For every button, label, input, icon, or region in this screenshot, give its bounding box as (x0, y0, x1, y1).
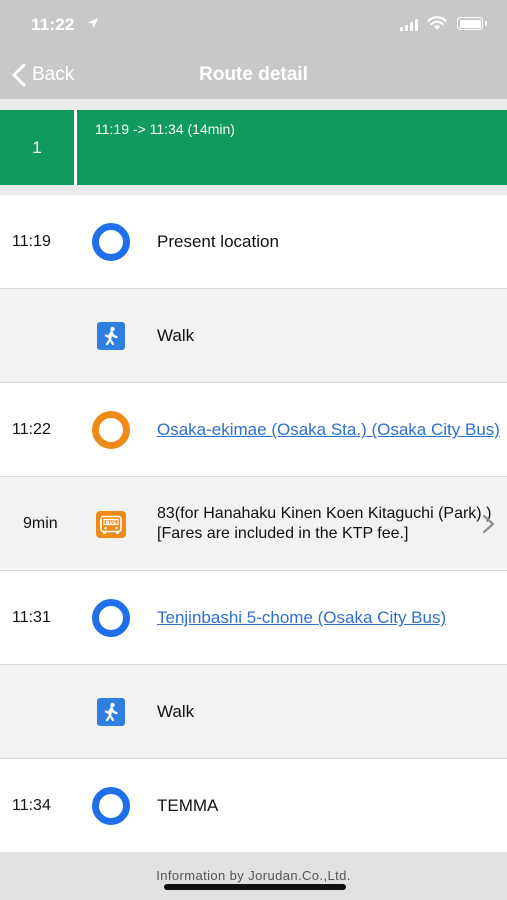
timeline-row-arrival: 11:34 TEMMA (0, 759, 507, 853)
step-label: Walk (157, 326, 195, 346)
step-time: 11:22 (12, 421, 51, 438)
timeline-row-walk: Walk (0, 289, 507, 383)
timeline-row-bus-ride[interactable]: 9min 83(for Hanahaku Kinen Koen Kitaguch… (0, 477, 507, 571)
step-time: 11:34 (12, 797, 51, 814)
route-time-range: 11:19 -> 11:34 (14min) (95, 121, 235, 137)
walk-icon (97, 698, 125, 726)
timeline-row-bus-stop: 11:22 Osaka-ekimae (Osaka Sta.) (Osaka C… (0, 383, 507, 477)
battery-icon (457, 17, 483, 30)
wifi-icon (427, 16, 447, 30)
battery-tip (485, 21, 487, 26)
route-summary-bar[interactable]: 1 11:19 -> 11:34 (14min) (0, 110, 507, 185)
timeline-row-bus-stop: 11:31 Tenjinbashi 5-chome (Osaka City Bu… (0, 571, 507, 665)
home-indicator[interactable] (164, 884, 346, 890)
location-arrow-icon (88, 18, 98, 28)
route-timeline: 11:19 Present location Walk 11:22 Osaka-… (0, 195, 507, 853)
step-time: 11:31 (12, 609, 51, 626)
stop-link-osaka-ekimae[interactable]: Osaka-ekimae (Osaka Sta.) (Osaka City Bu… (157, 419, 500, 440)
svg-text:BUS: BUS (106, 520, 117, 526)
navigation-bar: Back Route detail (0, 52, 507, 99)
route-number: 1 (32, 137, 42, 157)
stop-link-tenjinbashi[interactable]: Tenjinbashi 5-chome (Osaka City Bus) (157, 607, 446, 628)
route-divider (74, 110, 77, 185)
step-label: Walk (157, 702, 195, 722)
timeline-row-departure: 11:19 Present location (0, 195, 507, 289)
footer: Information by Jorudan.Co.,Ltd. (0, 852, 507, 900)
arrival-node-icon (92, 787, 130, 825)
status-time: 11:22 (31, 15, 75, 34)
bus-stop-node-icon (92, 411, 130, 449)
step-label: Present location (157, 232, 279, 252)
page-title: Route detail (199, 64, 308, 85)
status-bar: 11:22 (0, 0, 507, 52)
timeline-row-walk: Walk (0, 665, 507, 759)
signal-icon (400, 19, 420, 31)
footer-credit: Information by Jorudan.Co.,Ltd. (156, 868, 351, 883)
departure-node-icon (92, 223, 130, 261)
bus-icon: BUS (96, 511, 126, 538)
step-label: TEMMA (157, 796, 219, 816)
bus-line-description: 83(for Hanahaku Kinen Koen Kitaguchi (Pa… (157, 504, 492, 542)
bus-stop-node-icon (92, 599, 130, 637)
step-duration: 9min (23, 515, 58, 532)
walk-icon (97, 322, 125, 350)
chevron-right-icon[interactable] (482, 512, 496, 536)
step-time: 11:19 (12, 233, 51, 250)
